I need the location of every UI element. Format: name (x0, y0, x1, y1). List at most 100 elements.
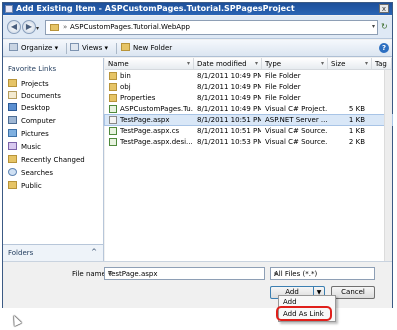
sort-arrow-icon: ▾ (186, 60, 190, 67)
file-name-label: File name: (72, 270, 109, 278)
back-button[interactable]: ◀ (7, 20, 21, 34)
folder-icon (109, 83, 117, 91)
file-list: Name ▾ Date modified ▾ Type ▾ Size ▾ Tag bin… (104, 58, 393, 261)
forward-arrow-icon: ▶ (25, 22, 33, 31)
column-label: Type (265, 60, 282, 68)
desktop-icon (8, 103, 17, 111)
file-name: TestPage.aspx.cs (120, 127, 180, 135)
forward-button[interactable]: ▶ (22, 20, 36, 34)
file-type: ASP.NET Server ... (265, 116, 327, 124)
folder-icon (50, 24, 59, 31)
nav-item-searches[interactable]: Searches (8, 168, 53, 180)
views-icon (70, 43, 79, 51)
file-row[interactable]: obj 8/1/2011 10:49 PM File Folder (105, 82, 392, 92)
documents-icon (8, 91, 17, 99)
nav-item-label: Projects (21, 80, 49, 88)
file-type: Visual C# Project... (265, 105, 327, 113)
nav-item-desktop[interactable]: Desktop (8, 103, 50, 115)
file-size: 1 KB (348, 116, 365, 124)
column-label: Size (331, 60, 346, 68)
address-dropdown-icon[interactable]: ▾ (372, 23, 375, 30)
nav-item-projects[interactable]: Projects (8, 79, 49, 91)
file-type: File Folder (265, 72, 301, 80)
file-size: 2 KB (348, 138, 365, 146)
file-list-scrollbar[interactable] (384, 70, 392, 261)
back-arrow-icon: ◀ (10, 22, 18, 31)
sort-arrow-icon: ▾ (364, 60, 368, 67)
chevron-down-icon[interactable]: ▾ (108, 270, 262, 278)
nav-item-recently-changed[interactable]: Recently Changed (8, 155, 85, 167)
folder-icon (109, 94, 117, 102)
refresh-icon[interactable]: ↻ (381, 22, 388, 31)
file-row[interactable]: Properties 8/1/2011 10:49 PM File Folder (105, 93, 392, 103)
file-row-selected[interactable]: TestPage.aspx 8/1/2011 10:51 PM ASP.NET … (104, 114, 393, 126)
column-header-type[interactable]: Type ▾ (262, 58, 328, 70)
column-label: Tag (375, 60, 387, 68)
navigation-pane: Favorite Links Projects Documents Deskto… (3, 58, 104, 261)
title-bar[interactable]: Add Existing Item - ASPCustomPages.Tutor… (3, 3, 392, 15)
add-existing-item-dialog: Add Existing Item - ASPCustomPages.Tutor… (2, 2, 393, 308)
file-name: TestPage.aspx.desi... (120, 138, 193, 146)
nav-item-computer[interactable]: Computer (8, 116, 56, 128)
sort-arrow-icon: ▾ (320, 60, 324, 67)
file-name-input[interactable]: TestPage.aspx ▾ (104, 267, 265, 280)
new-folder-button[interactable]: New Folder (121, 43, 172, 54)
nav-item-public[interactable]: Public (8, 181, 42, 193)
address-bar: ◀ ▶ ▾ » ASPCustomPages.Tutorial.WebApp ▾… (3, 16, 392, 39)
nav-item-label: Searches (21, 169, 54, 177)
address-box[interactable]: » ASPCustomPages.Tutorial.WebApp ▾ (45, 20, 378, 35)
toolbar-divider (116, 43, 117, 54)
close-button[interactable]: x (379, 4, 389, 13)
organize-menu[interactable]: Organize ▾ (9, 43, 58, 54)
file-name: ASPCustomPages.Tu... (120, 105, 193, 113)
window-title: Add Existing Item - ASPCustomPages.Tutor… (16, 4, 295, 13)
folder-icon (8, 79, 17, 87)
file-row[interactable]: bin 8/1/2011 10:49 PM File Folder (105, 71, 392, 81)
cancel-button[interactable]: Cancel (331, 286, 375, 299)
views-menu[interactable]: Views ▾ (70, 43, 108, 54)
column-header-tags[interactable]: Tag (372, 58, 392, 70)
breadcrumb-chevron[interactable]: » (63, 23, 67, 31)
command-toolbar: Organize ▾ Views ▾ New Folder ? (3, 40, 392, 57)
help-icon[interactable]: ? (379, 43, 389, 53)
folders-label: Folders (8, 249, 34, 257)
file-row[interactable]: TestPage.aspx.cs 8/1/2011 10:51 PM Visua… (105, 126, 392, 136)
file-date: 8/1/2011 10:53 PM (197, 138, 261, 146)
recent-pages-dropdown[interactable]: ▾ (36, 25, 39, 32)
menu-item-add[interactable]: Add (283, 298, 297, 306)
nav-item-documents[interactable]: Documents (8, 91, 61, 103)
column-header-name[interactable]: Name ▾ (105, 58, 194, 70)
file-date: 8/1/2011 10:49 PM (197, 83, 261, 91)
nav-item-music[interactable]: Music (8, 142, 41, 154)
computer-icon (8, 116, 17, 124)
nav-item-label: Public (21, 182, 42, 190)
nav-item-pictures[interactable]: Pictures (8, 129, 49, 141)
breadcrumb-path[interactable]: ASPCustomPages.Tutorial.WebApp (70, 23, 190, 31)
file-row[interactable]: TestPage.aspx.desi... 8/1/2011 10:53 PM … (105, 137, 392, 147)
nav-item-label: Computer (21, 117, 56, 125)
file-name: TestPage.aspx (120, 116, 170, 124)
public-icon (8, 181, 17, 189)
column-header-date[interactable]: Date modified ▾ (194, 58, 262, 70)
chevron-down-icon[interactable]: ▾ (274, 270, 372, 278)
file-date: 8/1/2011 10:49 PM (197, 72, 261, 80)
file-type-select[interactable]: All Files (*.*) ▾ (270, 267, 375, 280)
recent-icon (8, 155, 17, 163)
csharp-file-icon (109, 138, 117, 146)
file-name: obj (120, 83, 131, 91)
file-row[interactable]: ASPCustomPages.Tu... 8/1/2011 10:49 PM V… (105, 104, 392, 114)
column-header-size[interactable]: Size ▾ (328, 58, 372, 70)
folder-icon (109, 72, 117, 80)
dialog-app-icon (5, 5, 13, 13)
csharp-project-icon (109, 105, 117, 113)
folders-toggle[interactable]: Folders ^ (3, 244, 103, 261)
views-label: Views ▾ (82, 44, 108, 52)
aspx-file-icon (109, 116, 117, 124)
nav-item-label: Music (21, 143, 41, 151)
new-folder-label: New Folder (133, 44, 173, 52)
file-type: File Folder (265, 94, 301, 102)
file-type: File Folder (265, 83, 301, 91)
column-label: Date modified (197, 60, 247, 68)
file-date: 8/1/2011 10:49 PM (197, 94, 261, 102)
organize-icon (9, 43, 18, 51)
